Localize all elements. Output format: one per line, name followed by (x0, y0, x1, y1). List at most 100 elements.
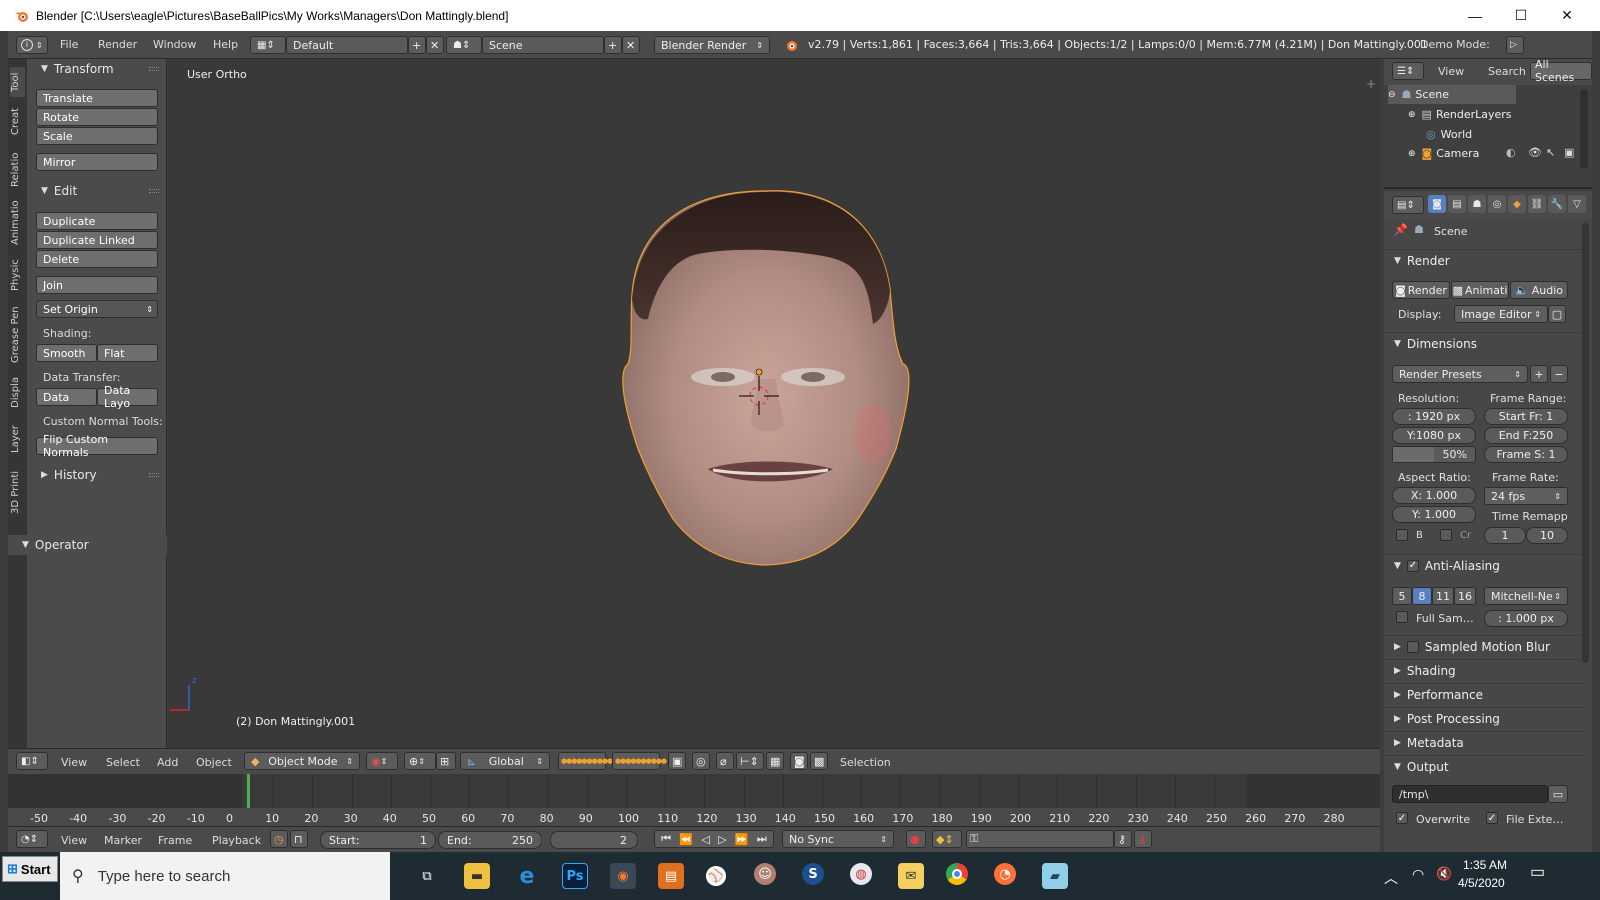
cursor-select-icon[interactable]: ↖ (1546, 146, 1555, 159)
history-panel-header[interactable]: ▶ History (27, 465, 167, 485)
chrome-icon[interactable] (946, 863, 968, 885)
menu-frame[interactable]: Frame (158, 834, 192, 847)
operator-panel-header[interactable]: ▼ Operator (8, 535, 167, 555)
render-anim-button[interactable]: ▩ (810, 752, 828, 770)
menu-view[interactable]: View (61, 756, 87, 769)
pivot-dropdown[interactable]: ⊕ ⇕ (404, 752, 436, 770)
rotate-button[interactable]: Rotate (36, 108, 158, 126)
frame-start-field[interactable]: Start Fr: 1 (1484, 408, 1568, 425)
anti-aliasing-checkbox[interactable]: ✓ (1406, 559, 1419, 572)
flip-custom-normals-button[interactable]: Flip Custom Normals (36, 433, 158, 459)
shading-dropdown[interactable]: ◉ ⇕ (366, 752, 398, 770)
presentation-app-icon[interactable]: ▤ (658, 863, 684, 889)
jump-start-icon[interactable]: ⏮ (661, 832, 671, 846)
aa-samples-5[interactable]: 5 (1392, 587, 1412, 605)
menu-object[interactable]: Object (196, 756, 232, 769)
render-layers-tab-icon[interactable]: ▤ (1448, 195, 1466, 213)
tab-display[interactable]: Displa (10, 371, 25, 415)
sports-app-icon[interactable]: S (802, 863, 824, 885)
scene-icon-button[interactable]: ☗⇕ (446, 36, 482, 54)
menu-playback[interactable]: Playback (212, 834, 261, 847)
tab-relations[interactable]: Relatio (10, 147, 25, 193)
tab-3d-printing[interactable]: 3D Printi (10, 463, 25, 521)
tray-chevron-icon[interactable]: ︿ (1384, 868, 1398, 888)
volume-icon[interactable]: 🔇 (1436, 866, 1452, 882)
modifiers-tab-icon[interactable]: 🔧 (1548, 195, 1566, 213)
layers-grid-2[interactable]: ●●●●●●●●●● (612, 752, 667, 770)
menu-view[interactable]: View (61, 834, 87, 847)
notifications-icon[interactable]: ▭ (1530, 862, 1545, 882)
notes-app-icon[interactable]: ▰ (1042, 863, 1068, 889)
jump-keyframe-back-icon[interactable]: ⏪ (679, 833, 693, 846)
current-frame-field[interactable]: 2 (550, 831, 638, 849)
preview-range-button[interactable]: ◷ (270, 830, 288, 848)
outliner-item-world[interactable]: ◎ World (1426, 125, 1472, 144)
tab-animation[interactable]: Animatio (10, 197, 25, 249)
end-frame-field[interactable]: End: 250 (438, 831, 542, 849)
join-button[interactable]: Join (36, 276, 158, 294)
animation-button[interactable]: ▩ Animati (1451, 281, 1509, 299)
taskbar-search[interactable]: ⚲ Type here to search (60, 852, 390, 900)
timeline-editor[interactable]: -50 -40 -30 -20 -10 0 10 20 30 40 50 60 70 80 90 100 110… (8, 774, 1380, 826)
aa-filter-dropdown[interactable]: Mitchell-Ne ⇕ (1484, 587, 1568, 605)
duplicate-button[interactable]: Duplicate (36, 212, 158, 230)
tab-layer[interactable]: Layer (10, 421, 25, 457)
post-processing-panel-header[interactable]: ▶ Post Processing (1384, 707, 1584, 729)
border-checkbox[interactable] (1396, 529, 1408, 541)
add-layout-button[interactable]: + (408, 36, 426, 54)
layout-icon-button[interactable]: ▦⇕ (250, 36, 286, 54)
file-extension-checkbox[interactable]: ✓ (1486, 812, 1498, 824)
editor-type-button[interactable]: ◔⇕ (16, 830, 48, 848)
render-button[interactable]: ◙ Render (1392, 281, 1450, 299)
tab-tool[interactable]: Tool (10, 67, 25, 97)
render-camera-icon[interactable]: ▣ (1564, 146, 1574, 159)
set-origin-dropdown[interactable]: Set Origin ⇕ (36, 300, 158, 318)
remove-preset-button[interactable]: − (1550, 365, 1568, 383)
render-panel-header[interactable]: ▼ Render (1384, 249, 1584, 271)
playback-controls[interactable]: ⏮ ⏪ ◁ ▷ ⏩ ⏭ (654, 830, 774, 848)
flat-button[interactable]: Flat (97, 344, 158, 362)
menu-help[interactable]: Help (213, 38, 238, 51)
outliner-menu-search[interactable]: Search (1488, 65, 1526, 78)
duplicate-linked-button[interactable]: Duplicate Linked (36, 231, 158, 249)
aspect-y-field[interactable]: Y: 1.000 (1392, 506, 1476, 523)
smooth-button[interactable]: Smooth (36, 344, 97, 362)
head-model[interactable] (168, 59, 1380, 748)
filter-size-field[interactable]: : 1.000 px (1484, 610, 1568, 627)
render-presets-dropdown[interactable]: Render Presets ⇕ (1392, 365, 1528, 383)
shading-panel-header[interactable]: ▶ Shading (1384, 659, 1584, 681)
aa-samples-11[interactable]: 11 (1432, 587, 1454, 605)
metadata-panel-header[interactable]: ▶ Metadata (1384, 731, 1584, 753)
menu-marker[interactable]: Marker (104, 834, 142, 847)
camera-data-icon[interactable]: ◐ (1506, 146, 1516, 159)
menu-file[interactable]: File (60, 38, 78, 51)
blender-taskbar-icon[interactable]: ◉ (610, 863, 636, 889)
layout-field[interactable]: Default (286, 36, 408, 54)
aa-samples-8[interactable]: 8 (1412, 587, 1432, 605)
world-tab-icon[interactable]: ◎ (1488, 195, 1506, 213)
menu-window[interactable]: Window (153, 38, 196, 51)
outliner-item-renderlayers[interactable]: ⊕ ▤ RenderLayers (1408, 105, 1512, 124)
3d-viewport[interactable]: User Ortho + z (2) Don Mattingly.001 (168, 59, 1380, 748)
editor-type-button[interactable]: ◧⇕ (16, 752, 48, 770)
aa-samples-16[interactable]: 16 (1454, 587, 1476, 605)
remove-layout-button[interactable]: ✕ (426, 36, 444, 54)
scene-tab-icon[interactable]: ☗ (1468, 195, 1486, 213)
data-transfer-button[interactable]: Data (36, 388, 97, 406)
edge-icon[interactable]: e (514, 863, 540, 889)
lock-range-button[interactable]: ⊓ (290, 830, 308, 848)
remap-new-field[interactable]: 10 (1526, 527, 1568, 544)
editor-type-button[interactable]: ☰⇕ (1392, 62, 1424, 80)
remap-old-field[interactable]: 1 (1484, 527, 1526, 544)
baseball-logo-icon[interactable]: ◍ (850, 863, 872, 885)
outliner-menu-view[interactable]: View (1438, 65, 1464, 78)
edit-panel-header[interactable]: ▼ Edit (27, 181, 167, 201)
snap-element-dropdown[interactable]: ⊢⇕ (736, 752, 764, 770)
task-view-icon[interactable]: ⧉ (414, 863, 440, 889)
outliner-scrollbar[interactable] (1580, 89, 1588, 169)
data-layout-button[interactable]: Data Layo (97, 384, 158, 410)
auto-key-button[interactable]: ● (906, 830, 926, 848)
output-path-field[interactable]: /tmp\ (1392, 785, 1548, 803)
scene-field[interactable]: Scene (482, 36, 604, 54)
maximize-button[interactable]: ☐ (1498, 0, 1544, 31)
